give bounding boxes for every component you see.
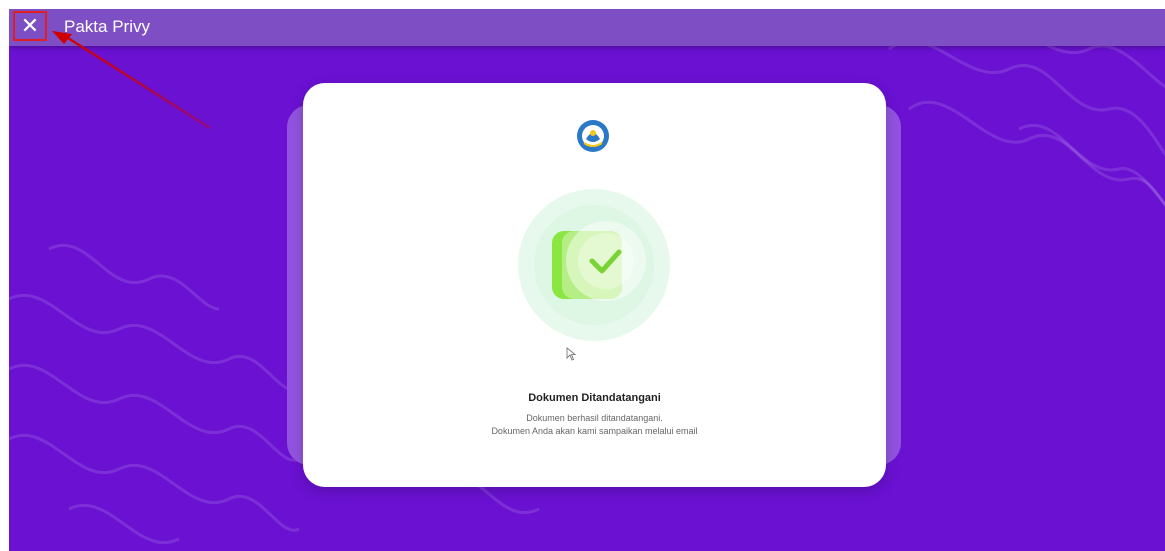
document-check-icon — [518, 189, 670, 341]
page-frame: ✕ Pakta Privy Dokumen Ditandatangani Dok… — [9, 9, 1165, 551]
close-icon[interactable]: ✕ — [21, 15, 39, 37]
tut-wuri-handayani-logo — [577, 120, 609, 152]
app-header: ✕ Pakta Privy — [9, 9, 1165, 46]
success-message-line2: Dokumen Anda akan kami sampaikan melalui… — [491, 426, 698, 436]
success-title: Dokumen Ditandatangani — [528, 392, 661, 404]
mouse-cursor-icon — [566, 347, 576, 361]
close-button[interactable]: ✕ — [13, 11, 47, 41]
success-card: Dokumen Ditandatangani Dokumen berhasil … — [303, 83, 886, 487]
app-title: Pakta Privy — [64, 17, 150, 36]
success-message-line1: Dokumen berhasil ditandatangani. — [526, 413, 663, 423]
